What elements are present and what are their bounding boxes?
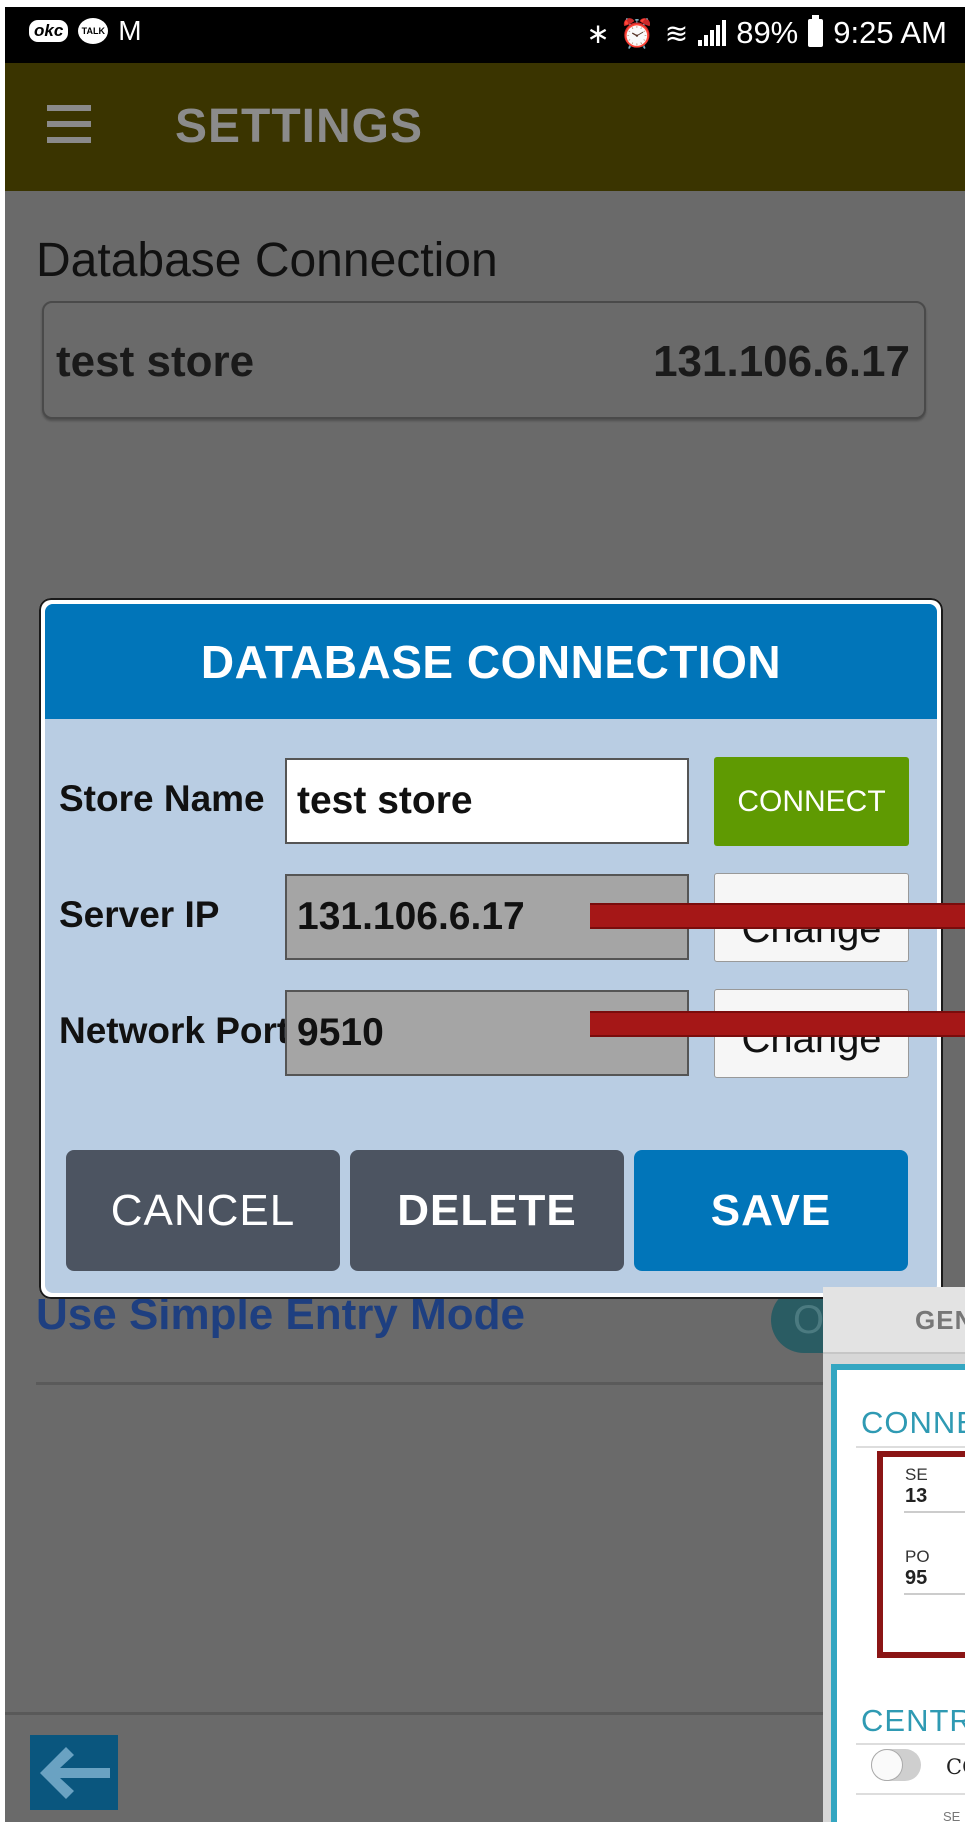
- overlay-central-toggle-label: CO: [946, 1755, 965, 1779]
- phone-screen: okc TALK M ∗ ⏰ ≋ 89% 9:25 AM SETTINGS Da…: [5, 7, 965, 1822]
- overlay-port-value: 95: [905, 1567, 928, 1589]
- section-title: Database Connection: [36, 234, 498, 287]
- store-name-input[interactable]: test store: [285, 758, 689, 844]
- dialog-title: DATABASE CONNECTION: [45, 604, 937, 719]
- signal-icon: [698, 20, 727, 46]
- battery-icon: [808, 15, 824, 47]
- overlay-divider: [856, 1793, 965, 1795]
- status-bar: okc TALK M ∗ ⏰ ≋ 89% 9:25 AM: [5, 7, 965, 63]
- save-button[interactable]: SAVE: [634, 1150, 908, 1271]
- delete-button[interactable]: DELETE: [350, 1150, 624, 1271]
- connection-card-ip: 131.106.6.17: [653, 337, 910, 386]
- bluetooth-icon: ∗: [586, 17, 610, 49]
- alarm-icon: ⏰: [619, 17, 655, 49]
- clock: 9:25 AM: [833, 15, 947, 50]
- hamburger-menu-icon[interactable]: [47, 105, 91, 143]
- wifi-icon: ≋: [664, 17, 689, 49]
- store-name-label: Store Name: [59, 778, 265, 819]
- network-port-label: Network Port: [59, 1010, 290, 1051]
- overlay-server-underline: [904, 1511, 965, 1513]
- connect-button[interactable]: CONNECT: [714, 757, 909, 846]
- footer-divider: [5, 1712, 965, 1715]
- battery-percent: 89%: [736, 15, 799, 50]
- overlay-central-toggle[interactable]: [871, 1749, 921, 1781]
- overlay-tab-general[interactable]: GEN: [915, 1305, 965, 1336]
- divider: [36, 1382, 936, 1385]
- overlay-divider: [856, 1446, 965, 1448]
- kakaotalk-icon: TALK: [78, 18, 109, 44]
- overlay-screenshot-fragment: GEN CONNE SE 13 PO 95 CENTR CO SE: [823, 1287, 965, 1822]
- dialog-body: DATABASE CONNECTION Store Name test stor…: [45, 604, 937, 1293]
- overlay-server-value: 13: [905, 1485, 928, 1507]
- connection-card-name: test store: [56, 337, 255, 386]
- overlay-central-heading: CENTR: [861, 1703, 965, 1738]
- back-button[interactable]: [30, 1735, 118, 1810]
- okcupid-icon: okc: [29, 20, 69, 42]
- server-ip-label: Server IP: [59, 894, 220, 935]
- cancel-button[interactable]: CANCEL: [66, 1150, 340, 1271]
- app-bar: SETTINGS: [5, 63, 965, 191]
- overlay-port-underline: [904, 1593, 965, 1595]
- overlay-divider: [856, 1743, 965, 1745]
- back-arrow-icon: [30, 1735, 118, 1810]
- system-status: ∗ ⏰ ≋ 89% 9:25 AM: [586, 15, 947, 51]
- overlay-server-label: SE: [905, 1465, 928, 1484]
- annotation-arrow: [590, 903, 965, 929]
- overlay-connection-heading: CONNE: [861, 1405, 965, 1440]
- annotation-arrow: [590, 1011, 965, 1037]
- overlay-port-label: PO: [905, 1547, 930, 1566]
- gmail-icon: M: [118, 15, 142, 46]
- toggle-knob: [871, 1749, 903, 1781]
- overlay-tab-bar: GEN: [823, 1287, 965, 1354]
- overlay-sub-label: SE: [943, 1809, 961, 1822]
- notification-icons: okc TALK M: [29, 17, 142, 45]
- page-title: SETTINGS: [175, 100, 424, 153]
- database-connection-dialog: DATABASE CONNECTION Store Name test stor…: [39, 598, 943, 1299]
- connection-card[interactable]: test store 131.106.6.17: [42, 301, 926, 419]
